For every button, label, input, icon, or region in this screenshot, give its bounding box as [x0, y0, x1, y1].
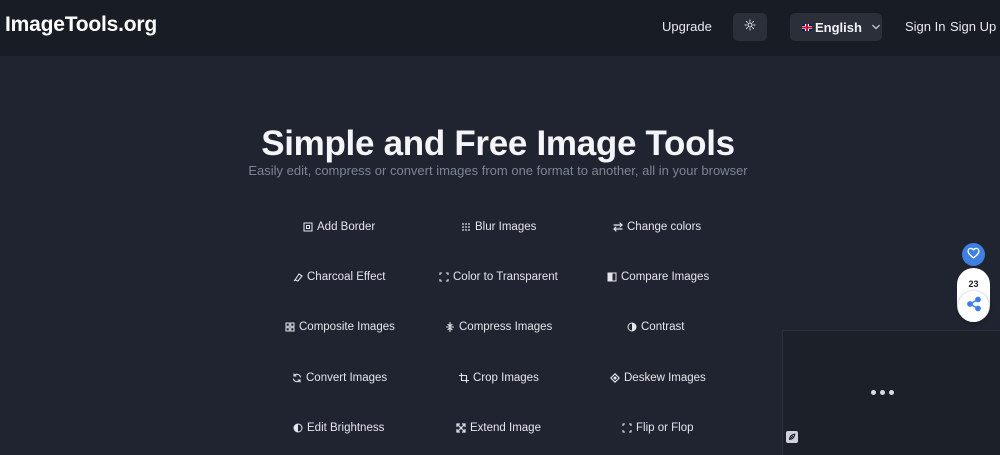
tool-edit-brightness[interactable]: Edit Brightness [293, 422, 384, 434]
leaf-icon[interactable] [786, 431, 798, 443]
tool-label: Blur Images [475, 221, 537, 233]
tool-label: Contrast [641, 321, 685, 333]
deskew-icon [610, 373, 620, 383]
tool-label: Deskew Images [624, 372, 706, 384]
upgrade-link[interactable]: Upgrade [662, 19, 712, 34]
like-button[interactable] [962, 243, 985, 266]
flip-frame-icon [622, 423, 632, 433]
page-subtitle: Easily edit, compress or convert images … [248, 163, 748, 178]
tool-convert-images[interactable]: Convert Images [292, 372, 387, 384]
transparent-frame-icon [439, 272, 449, 282]
tool-compress-images[interactable]: Compress Images [445, 321, 552, 333]
convert-cycle-icon [292, 373, 302, 383]
blur-icon [461, 222, 471, 232]
share-button[interactable] [958, 291, 989, 322]
tool-label: Composite Images [299, 321, 395, 333]
heart-icon [967, 246, 980, 264]
tool-change-colors[interactable]: Change colors [613, 221, 701, 233]
contrast-icon [627, 322, 637, 332]
chevron-down-icon [872, 24, 880, 30]
tool-label: Extend Image [470, 422, 541, 434]
tool-charcoal-effect[interactable]: Charcoal Effect [293, 271, 385, 283]
brightness-icon [293, 423, 303, 433]
tool-composite-images[interactable]: Composite Images [285, 321, 395, 333]
top-navigation-bar: ImageTools.org Upgrade English Sign In S… [0, 0, 1000, 56]
charcoal-icon [293, 272, 303, 282]
tool-label: Color to Transparent [453, 271, 558, 283]
sun-icon [744, 18, 756, 36]
tool-compare-images[interactable]: Compare Images [607, 271, 709, 283]
tool-label: Edit Brightness [307, 422, 385, 434]
tool-add-border[interactable]: Add Border [303, 221, 375, 233]
language-label: English [815, 19, 862, 35]
tool-label: Crop Images [473, 372, 539, 384]
tool-label: Convert Images [306, 372, 388, 384]
tool-label: Add Border [317, 221, 376, 233]
composite-grid-icon [285, 322, 295, 332]
tool-contrast[interactable]: Contrast [627, 321, 684, 333]
tool-deskew-images[interactable]: Deskew Images [610, 372, 706, 384]
compare-icon [607, 272, 617, 282]
sign-up-link[interactable]: Sign Up [950, 19, 996, 34]
compress-icon [445, 322, 455, 332]
share-count: 23 [968, 279, 979, 289]
tool-flip-or-flop[interactable]: Flip or Flop [622, 422, 694, 434]
tool-extend-image[interactable]: Extend Image [456, 422, 541, 434]
share-icon [966, 296, 982, 317]
border-icon [303, 222, 313, 232]
tool-label: Compare Images [621, 271, 710, 283]
page-title: Simple and Free Image Tools [261, 124, 735, 163]
tool-blur-images[interactable]: Blur Images [461, 221, 536, 233]
language-selector[interactable]: English [790, 13, 882, 41]
tool-label: Charcoal Effect [307, 271, 386, 283]
more-dots-icon[interactable] [871, 390, 894, 395]
extend-arrows-icon [456, 423, 466, 433]
uk-flag-icon [802, 23, 812, 31]
tool-label: Flip or Flop [636, 422, 694, 434]
tool-crop-images[interactable]: Crop Images [459, 372, 539, 384]
tool-label: Change colors [627, 221, 702, 233]
tool-color-to-transparent[interactable]: Color to Transparent [439, 271, 558, 283]
theme-toggle-button[interactable] [733, 13, 767, 41]
tool-label: Compress Images [459, 321, 553, 333]
sign-in-link[interactable]: Sign In [905, 19, 945, 34]
site-logo[interactable]: ImageTools.org [5, 13, 157, 37]
swap-arrows-icon [613, 222, 623, 232]
crop-icon [459, 373, 469, 383]
